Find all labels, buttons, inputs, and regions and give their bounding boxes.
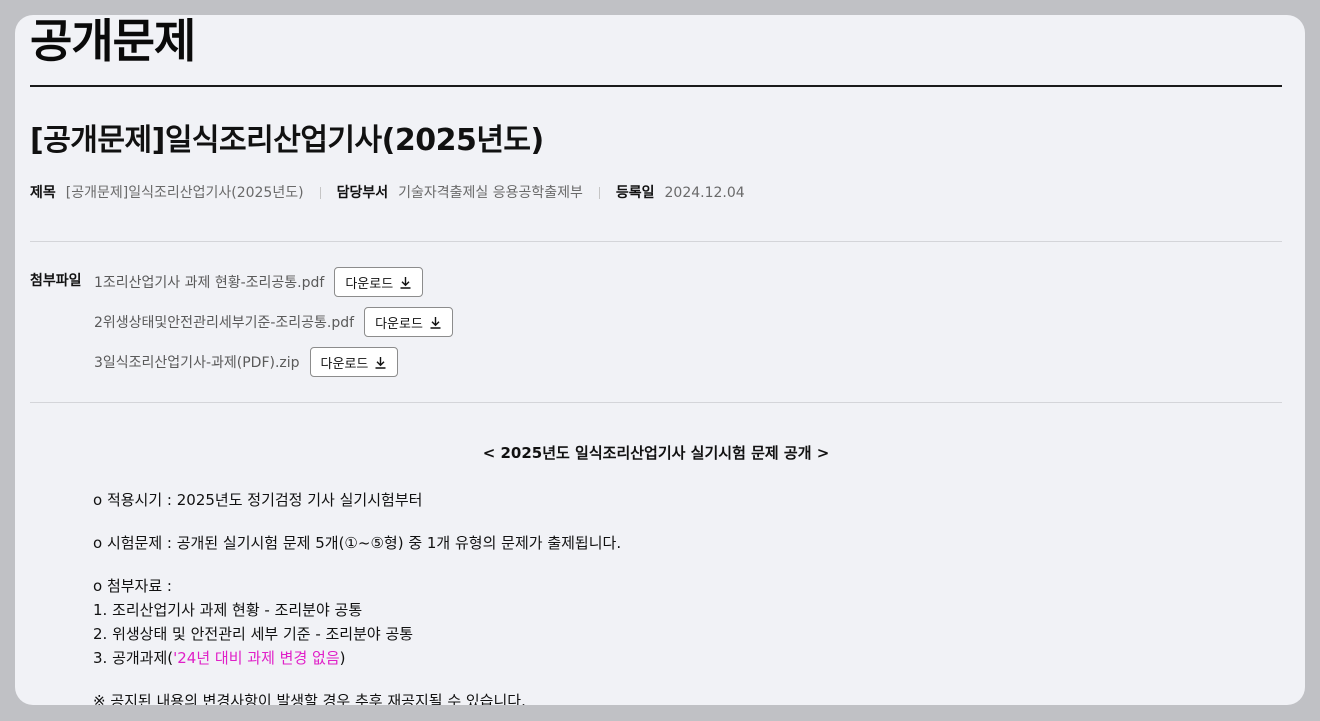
ref3-suffix: ) bbox=[339, 649, 346, 667]
ref3-highlight: '24년 대비 과제 변경 없음 bbox=[173, 649, 340, 667]
meta-date-value: 2024.12.04 bbox=[664, 185, 745, 201]
download-button[interactable]: 다운로드 bbox=[309, 347, 399, 377]
meta-dept-value: 기술자격출제실 응용공학출제부 bbox=[398, 185, 583, 201]
meta-date-label: 등록일 bbox=[615, 185, 655, 201]
attachments-label: 첨부파일 bbox=[30, 273, 82, 289]
body-ref-item-2: 2. 위생상태 및 안전관리 세부 기준 - 조리분야 공통 bbox=[93, 625, 414, 643]
meta-subject-label: 제목 bbox=[30, 185, 56, 201]
download-icon bbox=[374, 356, 387, 369]
body-heading: < 2025년도 일식조리산업기사 실기시험 문제 공개 > bbox=[482, 444, 830, 462]
post-meta: 제목 [공개문제]일식조리산업기사(2025년도) 담당부서 기술자격출제실 응… bbox=[30, 183, 745, 203]
section-divider bbox=[30, 402, 1282, 403]
body-notice: ※ 공지된 내용의 변경사항이 발생할 경우 추후 재공지될 수 있습니다. bbox=[93, 692, 526, 705]
download-button-label: 다운로드 bbox=[345, 276, 394, 292]
attachment-file-name[interactable]: 2위생상태및안전관리세부기준-조리공통.pdf bbox=[94, 312, 354, 332]
post-title: [공개문제]일식조리산업기사(2025년도) bbox=[30, 123, 544, 158]
body-ref-item-1: 1. 조리산업기사 과제 현황 - 조리분야 공통 bbox=[93, 601, 363, 619]
download-button-label: 다운로드 bbox=[320, 356, 369, 372]
download-button[interactable]: 다운로드 bbox=[364, 307, 453, 337]
attachment-file-name[interactable]: 3일식조리산업기사-과제(PDF).zip bbox=[94, 352, 300, 372]
attachments-list: 1조리산업기사 과제 현황-조리공통.pdf 다운로드 2위생상태및안전관리세부… bbox=[94, 266, 453, 386]
meta-dept-label: 담당부서 bbox=[336, 185, 389, 201]
ref3-prefix: 3. 공개과제( bbox=[93, 649, 174, 667]
content-card: 공개문제 [공개문제]일식조리산업기사(2025년도) 제목 [공개문제]일식조… bbox=[15, 15, 1305, 705]
body-ref-title: o 첨부자료 : bbox=[93, 577, 172, 595]
attachment-item: 1조리산업기사 과제 현황-조리공통.pdf 다운로드 bbox=[94, 266, 453, 298]
download-button-label: 다운로드 bbox=[375, 316, 423, 332]
meta-separator bbox=[319, 187, 321, 199]
attachment-item: 2위생상태및안전관리세부기준-조리공통.pdf 다운로드 bbox=[94, 306, 453, 338]
section-divider bbox=[30, 241, 1282, 242]
title-divider bbox=[30, 85, 1282, 87]
body-exam-line: o 시험문제 : 공개된 실기시험 문제 5개(①~⑤형) 중 1개 유형의 문… bbox=[93, 534, 622, 552]
meta-separator bbox=[598, 187, 600, 199]
page-title: 공개문제 bbox=[30, 15, 196, 68]
download-icon bbox=[399, 276, 412, 289]
attachment-file-name[interactable]: 1조리산업기사 과제 현황-조리공통.pdf bbox=[94, 272, 324, 292]
attachment-item: 3일식조리산업기사-과제(PDF).zip 다운로드 bbox=[94, 346, 453, 378]
download-button[interactable]: 다운로드 bbox=[334, 267, 424, 297]
body-ref-item-3: 3. 공개과제('24년 대비 과제 변경 없음) bbox=[93, 646, 345, 670]
download-icon bbox=[429, 316, 442, 329]
body-apply-line: o 적용시기 : 2025년도 정기검정 기사 실기시험부터 bbox=[93, 491, 423, 509]
meta-subject-value: [공개문제]일식조리산업기사(2025년도) bbox=[65, 185, 304, 201]
